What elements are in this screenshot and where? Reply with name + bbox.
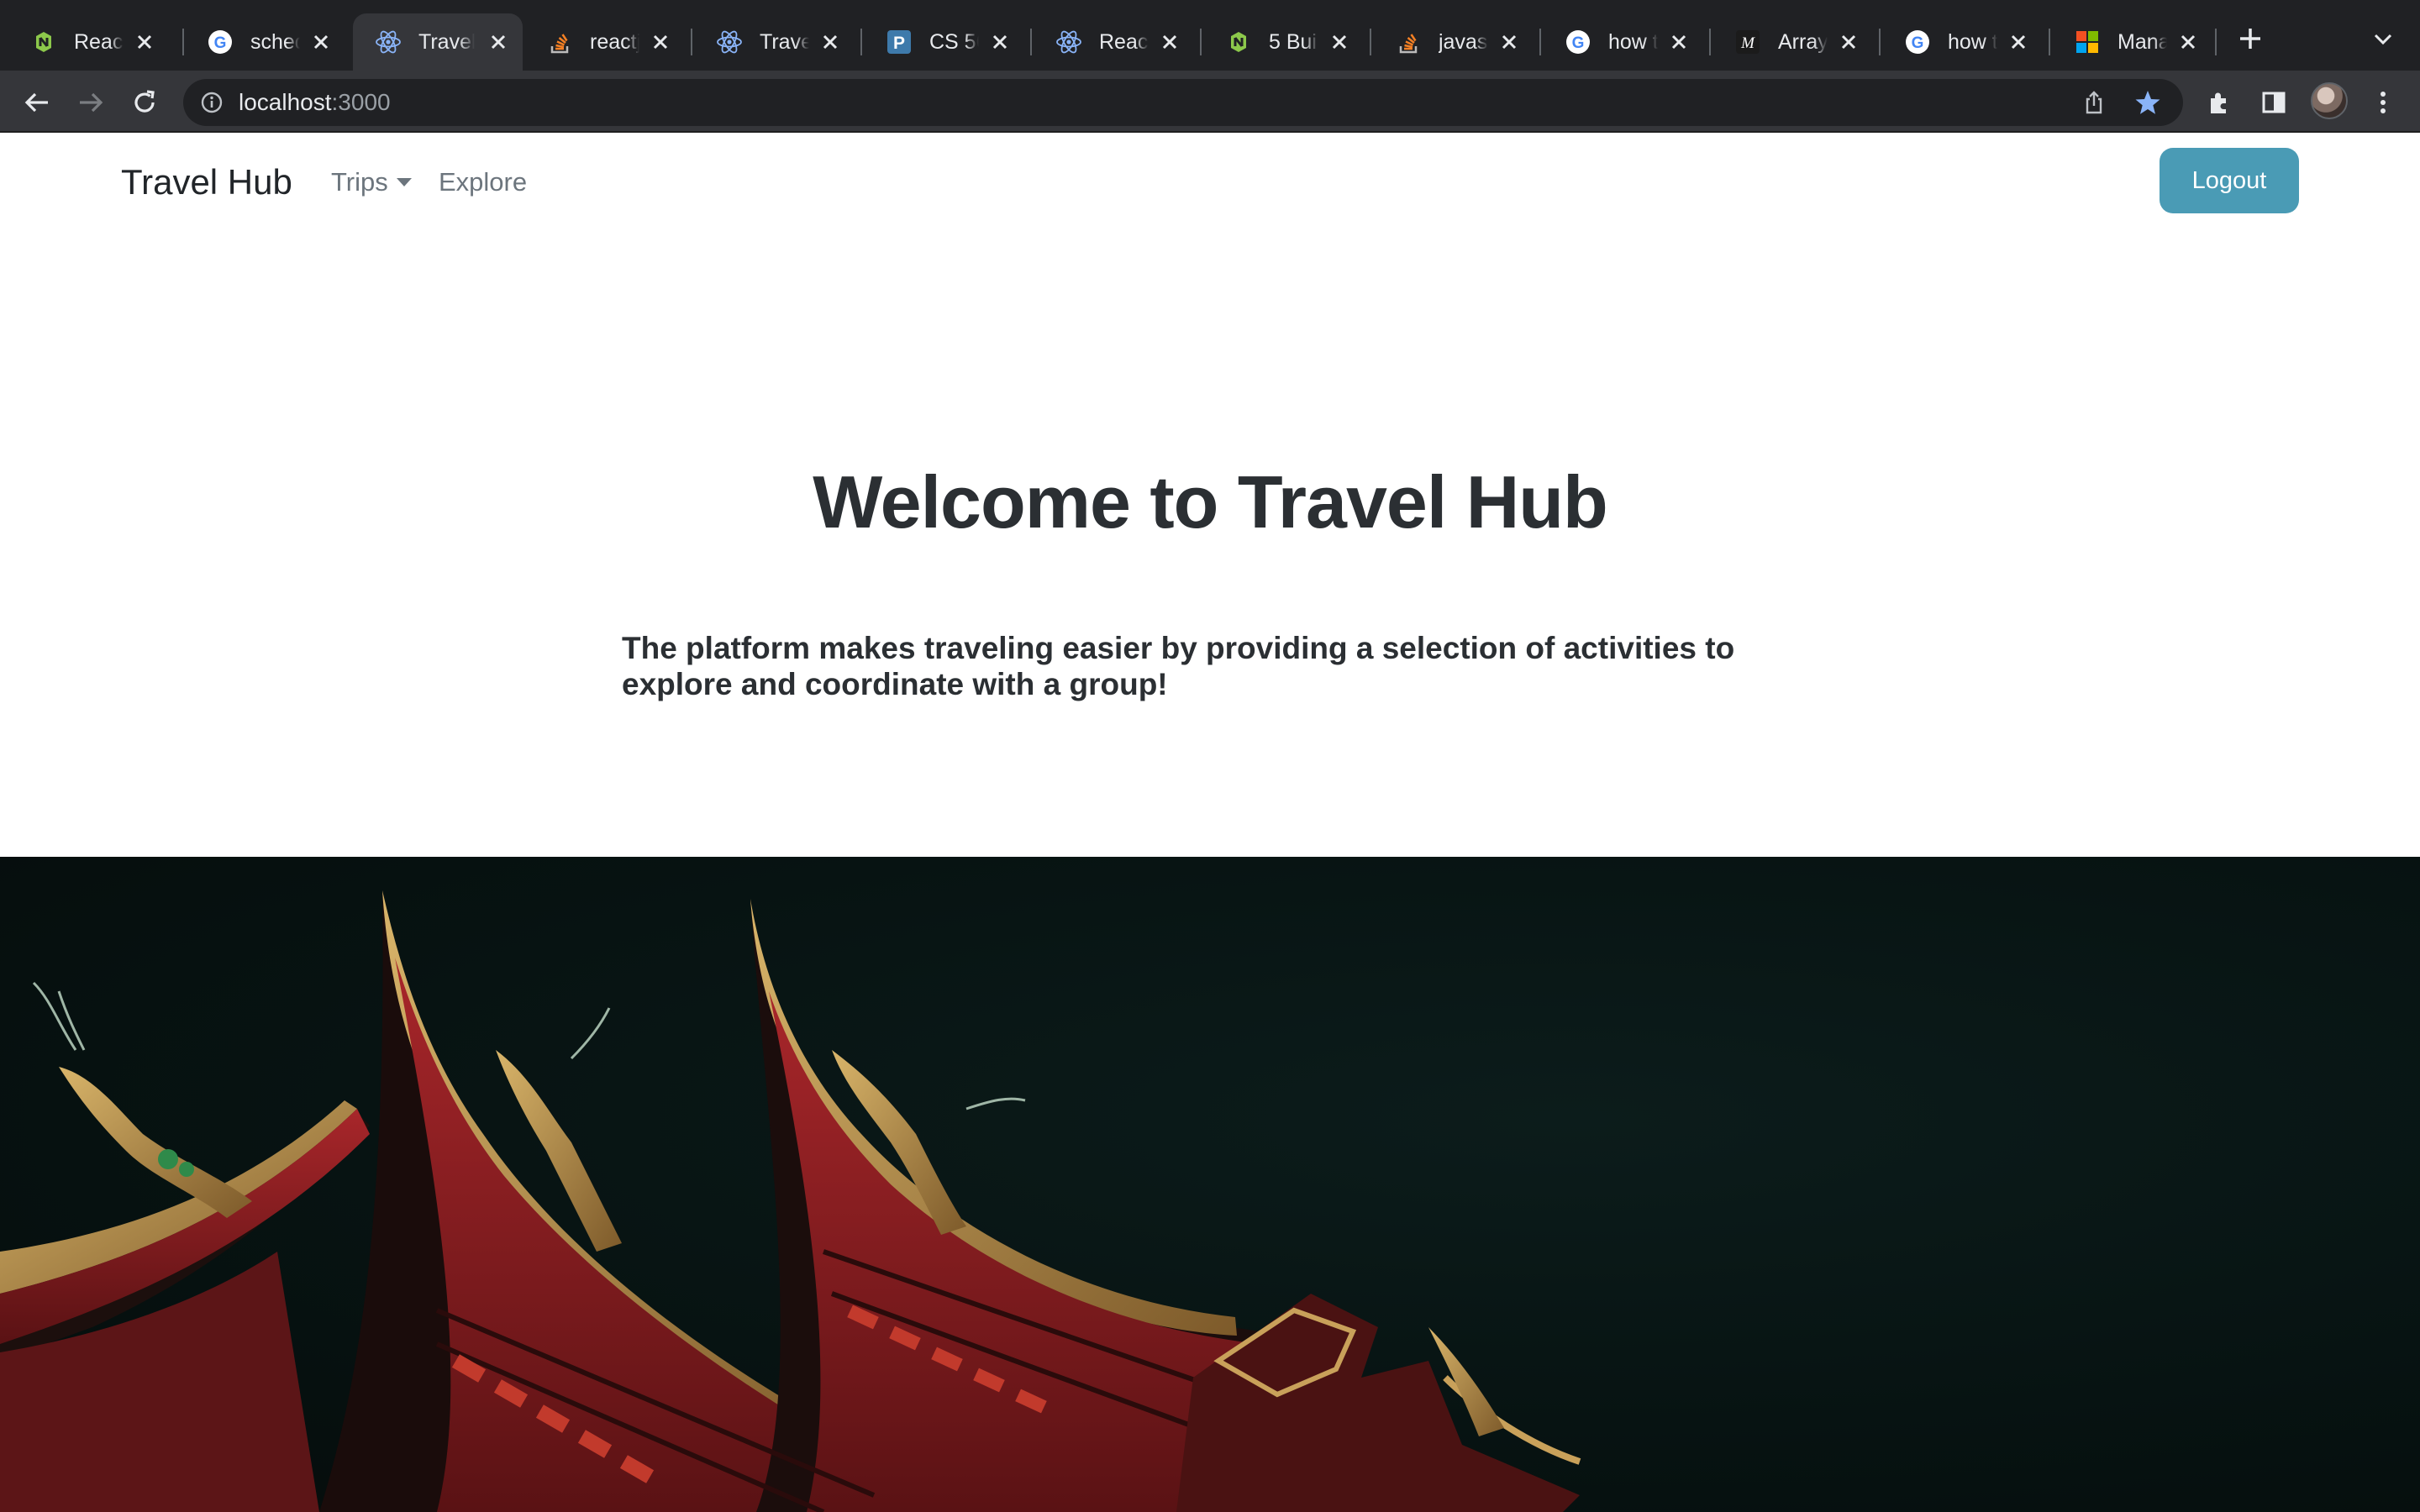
- browser-toolbar: localhost:3000: [0, 71, 2420, 133]
- tab-title: React: [74, 29, 124, 54]
- tab-divider: [1709, 29, 1711, 55]
- page-viewport: Travel Hub Trips Explore Logout Welcome …: [0, 133, 2420, 1512]
- tab-title: javasc: [1439, 29, 1488, 54]
- piazza-p-icon: P: [886, 29, 913, 55]
- svg-text:G: G: [1572, 34, 1585, 52]
- svg-text:M: M: [1740, 34, 1755, 52]
- close-tab-icon[interactable]: [1670, 30, 1689, 54]
- tab-divider: [2215, 29, 2217, 55]
- react-atom-icon: [716, 29, 743, 55]
- extensions-puzzle-icon[interactable]: [2203, 86, 2237, 119]
- caret-down-icon: [396, 178, 412, 186]
- more-vertical-icon[interactable]: [2366, 86, 2400, 119]
- trips-label: Trips: [331, 167, 388, 197]
- tab-title: React: [1099, 29, 1149, 54]
- tab-divider: [2049, 29, 2050, 55]
- explore-link[interactable]: Explore: [439, 166, 527, 198]
- tab-title: reactjs: [590, 29, 639, 54]
- tab-divider: [1030, 29, 1032, 55]
- svg-text:G: G: [214, 34, 227, 52]
- browser-tab[interactable]: G schedule: [185, 13, 345, 71]
- page-title: Welcome to Travel Hub: [813, 460, 1608, 543]
- temple-roof-banner-image: [0, 857, 2420, 1512]
- forward-arrow-icon[interactable]: [74, 86, 108, 119]
- node-leaf-icon: [30, 29, 57, 55]
- reload-icon[interactable]: [128, 86, 161, 119]
- site-navbar: Travel Hub Trips Explore Logout: [0, 133, 2420, 230]
- svg-text:G: G: [1912, 34, 1924, 52]
- browser-tab[interactable]: M Array.p: [1712, 13, 1872, 71]
- tab-divider: [1539, 29, 1541, 55]
- tab-title: how to: [1948, 29, 1997, 54]
- browser-tab[interactable]: reactjs: [524, 13, 684, 71]
- side-panel-icon[interactable]: [2257, 86, 2291, 119]
- stackoverflow-icon: [546, 29, 573, 55]
- close-tab-icon[interactable]: [135, 30, 155, 54]
- browser-tab[interactable]: React: [8, 13, 168, 71]
- brand-link[interactable]: Travel Hub: [121, 161, 292, 203]
- close-tab-icon[interactable]: [1839, 30, 1859, 54]
- node-leaf-icon: [1225, 29, 1252, 55]
- site-info-icon[interactable]: [198, 89, 225, 116]
- tab-search-chevron-icon[interactable]: [2370, 25, 2396, 52]
- back-arrow-icon[interactable]: [20, 86, 54, 119]
- tab-divider: [182, 29, 184, 55]
- close-tab-icon[interactable]: [312, 30, 331, 54]
- tab-divider: [1200, 29, 1202, 55]
- close-tab-icon[interactable]: [1160, 30, 1180, 54]
- new-tab-plus-icon[interactable]: [2235, 24, 2265, 54]
- tab-divider: [1879, 29, 1881, 55]
- tab-title: Array.p: [1778, 29, 1828, 54]
- google-g-icon: G: [1904, 29, 1931, 55]
- browser-tab[interactable]: Travel: [694, 13, 854, 71]
- google-g-icon: G: [1565, 29, 1591, 55]
- tab-title: CS 56: [929, 29, 979, 54]
- address-bar[interactable]: localhost:3000: [183, 79, 2183, 126]
- browser-tab-active[interactable]: Travel: [353, 13, 523, 71]
- tab-divider: [1370, 29, 1371, 55]
- tab-title: 5 Built: [1269, 29, 1318, 54]
- close-tab-icon[interactable]: [991, 30, 1010, 54]
- google-g-icon: G: [207, 29, 234, 55]
- browser-tab[interactable]: javasc: [1373, 13, 1533, 71]
- bookmark-star-icon[interactable]: [2133, 87, 2163, 118]
- share-icon[interactable]: [2081, 89, 2107, 116]
- tab-divider: [860, 29, 862, 55]
- close-tab-icon[interactable]: [821, 30, 840, 54]
- close-tab-icon[interactable]: [1330, 30, 1349, 54]
- react-atom-icon: [1055, 29, 1082, 55]
- svg-text:P: P: [893, 34, 905, 53]
- tab-title: how to: [1608, 29, 1658, 54]
- close-tab-icon[interactable]: [1500, 30, 1519, 54]
- microsoft-icon: [2074, 29, 2101, 55]
- close-tab-icon[interactable]: [2009, 30, 2028, 54]
- url-port: :3000: [331, 89, 391, 115]
- close-tab-icon[interactable]: [651, 30, 671, 54]
- close-tab-icon[interactable]: [2179, 30, 2198, 54]
- browser-tab[interactable]: G how to: [1882, 13, 2042, 71]
- browser-tab[interactable]: G how to: [1543, 13, 1702, 71]
- browser-tab[interactable]: 5 Built: [1203, 13, 1363, 71]
- browser-tab[interactable]: React: [1034, 13, 1193, 71]
- url-host: localhost: [239, 89, 332, 115]
- hero-lead: The platform makes traveling easier by p…: [622, 631, 1735, 701]
- browser-tab[interactable]: P CS 56: [864, 13, 1023, 71]
- tab-title: Travel: [418, 29, 476, 54]
- logout-button[interactable]: Logout: [2160, 148, 2299, 213]
- tab-title: Manag: [2118, 29, 2167, 54]
- close-tab-icon[interactable]: [487, 30, 509, 54]
- profile-avatar[interactable]: [2311, 82, 2348, 119]
- address-url: localhost:3000: [239, 89, 391, 116]
- tab-divider: [691, 29, 692, 55]
- tab-title: Travel: [760, 29, 809, 54]
- tab-title: schedule: [250, 29, 300, 54]
- browser-tab[interactable]: Manag: [2052, 13, 2212, 71]
- trips-dropdown-toggle[interactable]: Trips: [331, 166, 412, 198]
- browser-tabstrip: React G schedule Travel reactjs Travel P…: [0, 0, 2420, 71]
- stackoverflow-icon: [1395, 29, 1422, 55]
- mdn-m-icon: M: [1734, 29, 1761, 55]
- react-atom-icon: [375, 29, 402, 55]
